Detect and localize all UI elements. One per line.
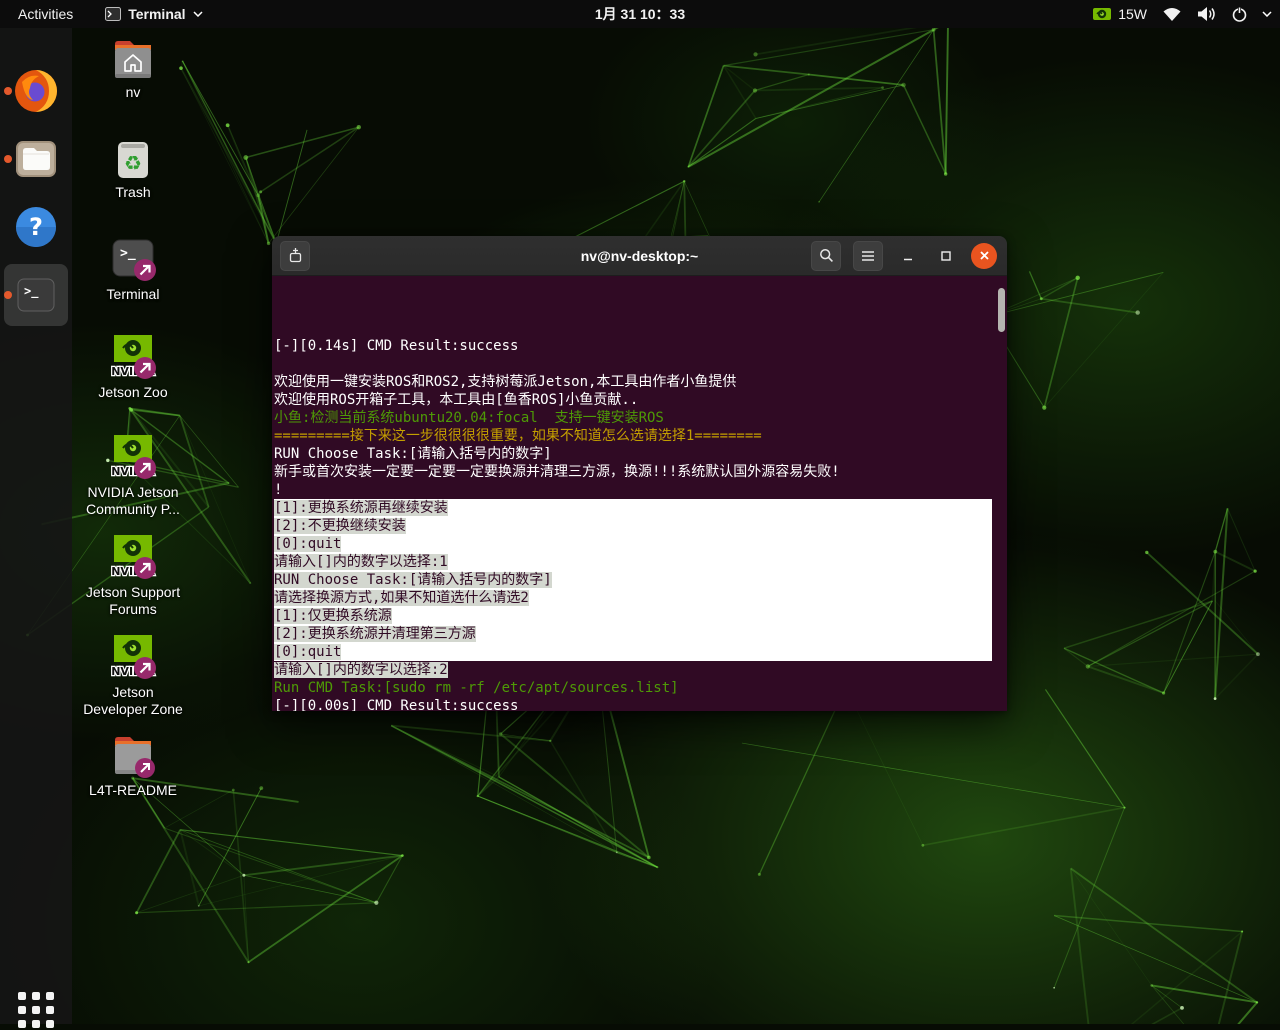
terminal-line: [2]:不更换继续安装 (274, 517, 992, 535)
desktop-icon-jetson-developer-zone[interactable]: NVIDIA Jetson Developer Zone (73, 634, 193, 718)
terminal-line: [2]:更换系统源并清理第三方源 (274, 625, 992, 643)
icon-label: Trash (115, 184, 150, 201)
terminal-line (274, 355, 1007, 373)
menu-button[interactable] (853, 241, 883, 271)
terminal-titlebar[interactable]: nv@nv-desktop:~ (272, 236, 1007, 276)
terminal-line: RUN Choose Task:[请输入括号内的数字] (274, 571, 992, 589)
desktop-icon-jetson-zoo[interactable]: NVIDIA Jetson Zoo (73, 334, 193, 401)
terminal-content[interactable]: [-][0.14s] CMD Result:success 欢迎使用一键安装ROS… (272, 276, 1007, 711)
desktop-icon-nv[interactable]: nv (73, 36, 193, 101)
svg-text:>_: >_ (120, 246, 136, 261)
running-indicator (4, 155, 12, 163)
dock-item-firefox[interactable] (12, 67, 60, 115)
svg-text:♻: ♻ (124, 151, 142, 175)
clock[interactable]: 1月 31 10：33 (595, 4, 685, 24)
nvidia-link-icon: NVIDIA (105, 534, 161, 582)
terminal-line: [1]:仅更换系统源 (274, 607, 992, 625)
dock-item-help[interactable]: ? (12, 203, 60, 251)
volume-icon (1197, 6, 1217, 22)
trash-icon: ♻ (108, 134, 158, 182)
svg-text:?: ? (29, 213, 43, 241)
close-icon (979, 250, 990, 261)
desktop-icon-nvidia-jetson-community[interactable]: NVIDIA NVIDIA Jetson Community P... (73, 434, 193, 518)
terminal-link-icon: >_ (107, 236, 159, 284)
dock: ? >_ (0, 28, 72, 1024)
icon-label: NVIDIA Jetson Community P... (86, 484, 180, 518)
power-mode-label: 15W (1118, 6, 1147, 22)
terminal-line: 新手或首次安装一定要一定要一定要换源并清理三方源，换源!!!系统默认国外源容易失… (274, 463, 1007, 481)
icon-label: nv (126, 84, 141, 101)
desktop-icon-jetson-support-forums[interactable]: NVIDIA Jetson Support Forums (73, 534, 193, 618)
firefox-icon (13, 68, 59, 114)
terminal-line: [-][0.00s] CMD Result:success (274, 697, 1007, 711)
help-icon: ? (14, 205, 58, 249)
terminal-line: [0]:quit (274, 643, 992, 661)
folder-link-icon (107, 732, 159, 780)
close-button[interactable] (971, 243, 997, 269)
system-status-area[interactable]: 15W (1092, 6, 1272, 23)
terminal-icon: >_ (14, 273, 58, 317)
terminal-line: RUN Choose Task:[请输入括号内的数字] (274, 445, 1007, 463)
nvidia-link-icon: NVIDIA (105, 334, 161, 382)
dock-item-terminal[interactable]: >_ (12, 271, 60, 319)
search-button[interactable] (811, 241, 841, 271)
scrollbar-thumb[interactable] (998, 288, 1005, 332)
terminal-line: 小鱼:检测当前系统ubuntu20.04:focal 支持一键安装ROS (274, 409, 1007, 427)
terminal-line: 请输入[]内的数字以选择:2 (274, 661, 1007, 679)
minimize-icon (902, 250, 914, 262)
minimize-button[interactable] (895, 243, 921, 269)
terminal-line: 欢迎使用ROS开箱子工具，本工具由[鱼香ROS]小鱼贡献.. (274, 391, 1007, 409)
show-applications-button[interactable] (16, 990, 56, 1030)
nvidia-link-icon: NVIDIA (105, 434, 161, 482)
terminal-line: =========接下来这一步很很很很重要，如果不知道怎么选请选择1======… (274, 427, 1007, 445)
terminal-line: [1]:更换系统源再继续安装 (274, 499, 992, 517)
nvidia-link-icon: NVIDIA (105, 634, 161, 682)
terminal-line: [0]:quit (274, 535, 992, 553)
app-menu-terminal[interactable]: Terminal (105, 6, 202, 22)
terminal-line: ! (274, 481, 1007, 499)
terminal-line: 请选择换源方式,如果不知道选什么请选2 (274, 589, 992, 607)
maximize-button[interactable] (933, 243, 959, 269)
desktop-icon-terminal[interactable]: >_ Terminal (73, 236, 193, 303)
terminal-icon (105, 7, 121, 21)
power-icon (1231, 6, 1248, 23)
icon-label: L4T-README (89, 782, 177, 799)
icon-label: Jetson Developer Zone (83, 684, 183, 718)
running-indicator (4, 87, 12, 95)
icon-label: Terminal (107, 286, 160, 303)
svg-text:>_: >_ (24, 284, 39, 299)
new-tab-button[interactable] (280, 241, 310, 271)
files-icon (14, 137, 58, 181)
running-indicator (4, 291, 12, 299)
activities-button[interactable]: Activities (12, 4, 79, 24)
desktop-icon-trash[interactable]: ♻ Trash (73, 134, 193, 201)
maximize-icon (940, 250, 952, 262)
search-icon (819, 248, 834, 263)
hamburger-menu-icon (861, 250, 875, 262)
terminal-line: 请输入[]内的数字以选择:1 (274, 553, 992, 571)
new-tab-icon (287, 248, 303, 264)
top-bar: Activities Terminal 1月 31 10：33 15W (0, 0, 1280, 28)
wifi-icon (1161, 6, 1183, 22)
desktop-icon-l4t-readme[interactable]: L4T-README (73, 732, 193, 799)
terminal-window: nv@nv-desktop:~ (272, 236, 1007, 711)
terminal-line: [-][0.14s] CMD Result:success (274, 337, 1007, 355)
dock-item-files[interactable] (12, 135, 60, 183)
terminal-line: 欢迎使用一键安装ROS和ROS2,支持树莓派Jetson,本工具由作者小鱼提供 (274, 373, 1007, 391)
terminal-line: Run CMD Task:[sudo rm -rf /etc/apt/sourc… (274, 679, 1007, 697)
nvidia-power-icon (1092, 6, 1112, 22)
chevron-down-icon (193, 11, 203, 17)
icon-label: Jetson Zoo (98, 384, 167, 401)
home-folder-icon (108, 36, 158, 82)
app-menu-label: Terminal (128, 6, 185, 22)
icon-label: Jetson Support Forums (86, 584, 180, 618)
chevron-down-icon (1262, 11, 1272, 17)
